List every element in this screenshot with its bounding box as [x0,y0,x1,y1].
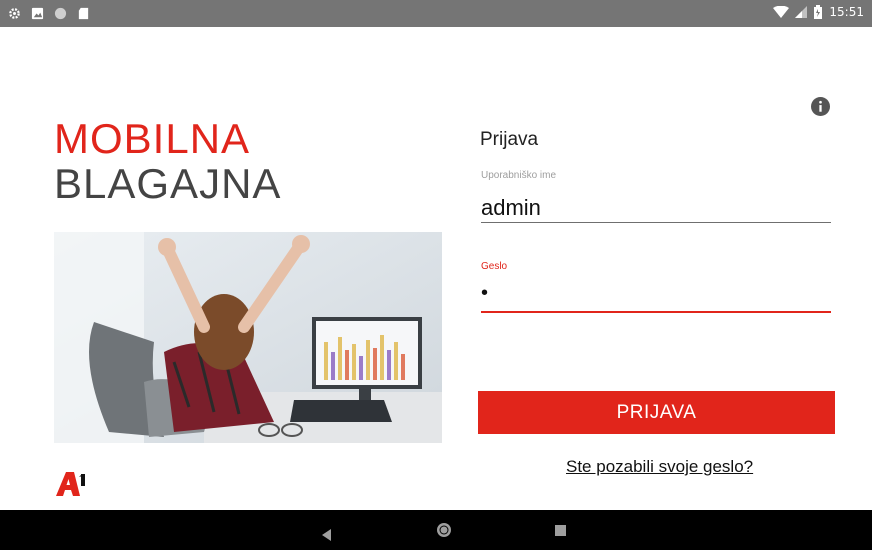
battery-icon [814,5,823,19]
username-underline [481,222,831,223]
hero-image [54,232,442,443]
login-heading: Prijava [480,129,539,150]
login-button[interactable]: PRIJAVA [478,391,835,434]
circle-icon [54,7,67,20]
signal-icon [795,6,808,18]
recent-apps-icon[interactable] [555,525,566,536]
wifi-icon [773,5,790,18]
username-label: Uporabniško ime [481,170,557,181]
app-title-line1: MOBILNA [54,115,251,162]
password-label: Geslo [481,261,508,272]
settings-icon [9,8,20,19]
back-icon[interactable] [322,529,332,541]
a1-logo [56,472,85,496]
app-title-line2: BLAGAJNA [54,160,282,207]
forgot-password-link[interactable]: Ste pozabili svoje geslo? [566,457,753,477]
sd-card-icon [78,7,89,20]
password-input[interactable]: • [481,282,488,305]
status-icons-right: 15:51 [773,5,864,19]
status-time: 15:51 [829,5,864,19]
password-underline [481,311,831,313]
username-input[interactable]: admin [481,195,541,221]
status-icons-left [8,6,90,21]
image-icon [31,7,44,20]
info-icon[interactable] [811,97,830,116]
home-icon[interactable] [436,522,452,538]
status-bar: 15:51 [0,0,872,27]
